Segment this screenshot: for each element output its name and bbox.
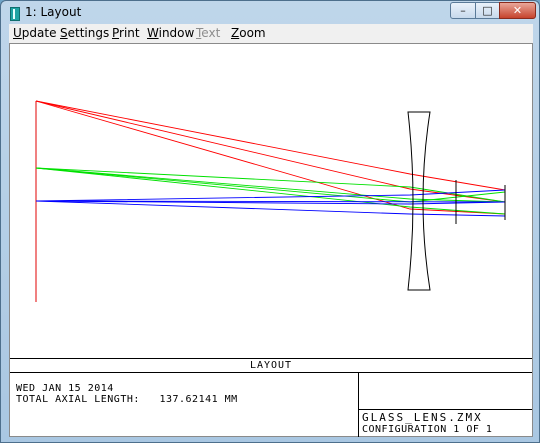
- layout-date: WED JAN 15 2014: [16, 383, 114, 394]
- minimize-button[interactable]: –: [450, 2, 476, 19]
- lens-file-name: GLASS_LENS.ZMX: [362, 411, 483, 424]
- layout-canvas[interactable]: LAYOUT WED JAN 15 2014 TOTAL AXIAL LENGT…: [9, 43, 533, 437]
- ray-red-2: [35, 100, 506, 203]
- menu-update-mnemonic: U: [13, 26, 22, 40]
- configuration-label: CONFIGURATION 1 OF 1: [362, 424, 493, 435]
- info-horizontal-divider: [358, 409, 532, 410]
- menu-text-label: ext: [201, 26, 221, 40]
- menu-zoom-label: oom: [239, 26, 266, 40]
- axial-length-value: 137.62141 MM: [159, 394, 238, 405]
- app-icon: [10, 7, 20, 21]
- menu-window-label: indow: [158, 26, 195, 40]
- info-vertical-divider: [358, 373, 359, 437]
- menu-settings-mnemonic: S: [60, 26, 68, 40]
- layout-info-box: LAYOUT WED JAN 15 2014 TOTAL AXIAL LENGT…: [10, 358, 532, 437]
- menu-window[interactable]: Window: [147, 26, 194, 40]
- ray-bundle-field-2: [35, 167, 506, 215]
- menu-window-mnemonic: W: [147, 26, 159, 40]
- close-button[interactable]: ✕: [499, 2, 536, 19]
- layout-window: 1: Layout – □ ✕ Update Settings Print Wi…: [0, 0, 540, 443]
- window-title: 1: Layout: [25, 5, 82, 19]
- ray-red-1: [35, 100, 506, 191]
- menu-bar: Update Settings Print Window Text Zoom: [9, 24, 533, 43]
- menu-settings-label: ettings: [67, 26, 110, 40]
- menu-print-label: rint: [119, 26, 140, 40]
- layout-title: LAYOUT: [10, 359, 532, 373]
- menu-update-label: pdate: [21, 26, 57, 40]
- ray-bundle-field-1: [35, 189, 506, 217]
- lens-layout-plot: [35, 100, 506, 302]
- menu-update[interactable]: Update: [13, 26, 56, 40]
- menu-zoom-mnemonic: Z: [231, 26, 240, 40]
- menu-settings[interactable]: Settings: [60, 26, 109, 40]
- menu-text[interactable]: Text: [196, 26, 220, 40]
- title-bar[interactable]: 1: Layout – □ ✕: [1, 1, 539, 23]
- menu-print[interactable]: Print: [112, 26, 140, 40]
- axial-length-row: TOTAL AXIAL LENGTH: 137.62141 MM: [16, 394, 238, 405]
- maximize-button[interactable]: □: [475, 2, 500, 19]
- axial-length-label: TOTAL AXIAL LENGTH:: [16, 394, 140, 405]
- menu-print-mnemonic: P: [112, 26, 120, 40]
- menu-zoom[interactable]: Zoom: [231, 26, 266, 40]
